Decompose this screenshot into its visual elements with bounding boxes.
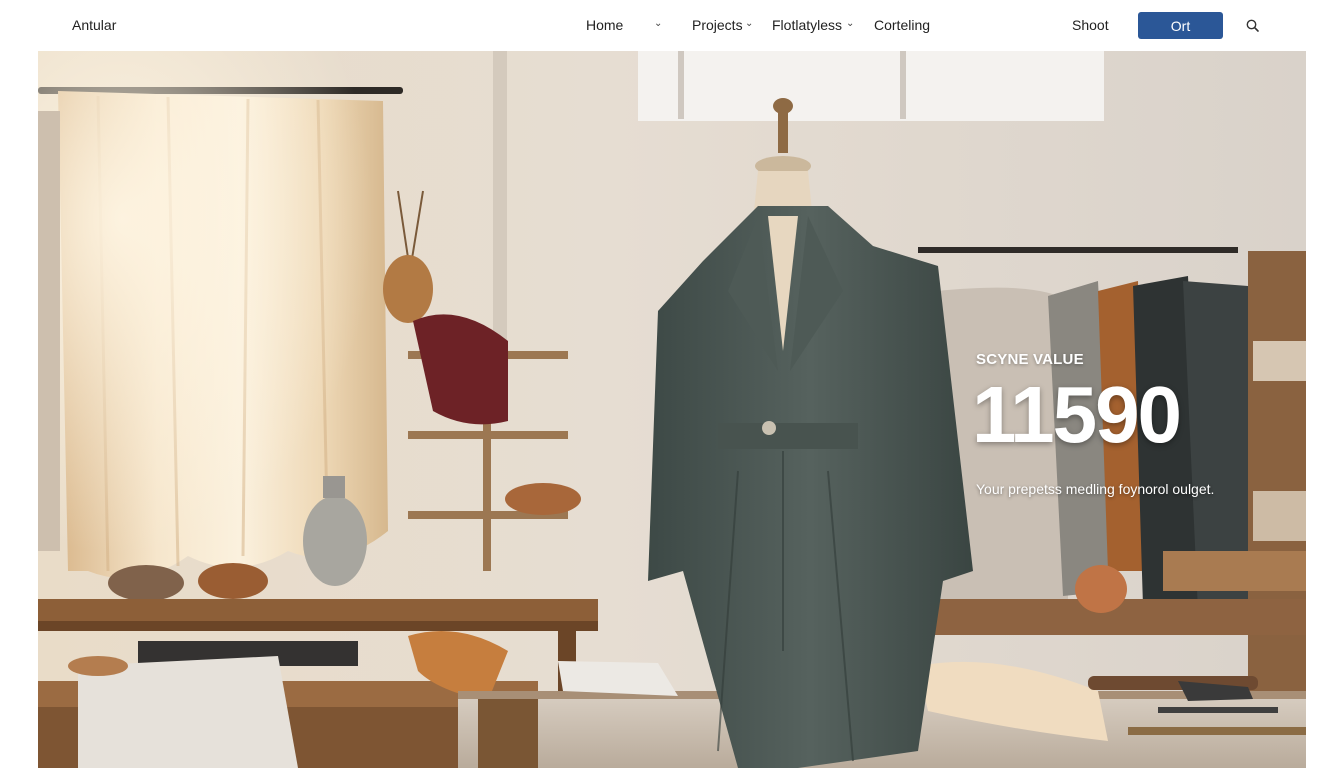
- nav-item-flotlatyless[interactable]: Flotlatyless: [772, 17, 842, 33]
- stat-description: Your prepetss medling foynorol oulget.: [976, 481, 1215, 497]
- nav-item-projects[interactable]: Projects: [692, 17, 743, 33]
- brand-logo-text[interactable]: Antular: [72, 17, 116, 33]
- nav-item-home[interactable]: Home: [586, 17, 623, 33]
- chevron-down-icon[interactable]: ⌄: [846, 18, 854, 29]
- nav-item-corteling[interactable]: Corteling: [874, 17, 930, 33]
- chevron-down-icon[interactable]: ⌄: [745, 18, 753, 29]
- stat-value: 11590: [972, 370, 1182, 459]
- shoot-link[interactable]: Shoot: [1072, 17, 1109, 33]
- top-navigation: Antular Home ⌄ Projects ⌄ Flotlatyless ⌄…: [0, 0, 1344, 50]
- chevron-down-icon[interactable]: ⌄: [654, 18, 662, 29]
- stat-label: SCYNE VALUE: [976, 351, 1084, 368]
- search-icon[interactable]: [1245, 18, 1261, 34]
- ort-button[interactable]: Ort: [1138, 12, 1223, 39]
- hero-section: SCYNE VALUE 11590 Your prepetss medling …: [38, 51, 1306, 768]
